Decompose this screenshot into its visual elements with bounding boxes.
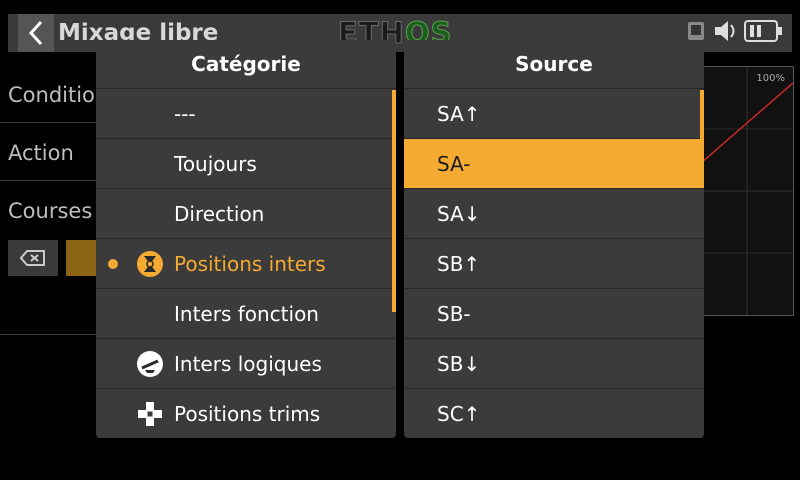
battery-icon — [744, 20, 782, 42]
source-item-sa-down[interactable]: SA↓ — [404, 188, 704, 238]
category-panel: Catégorie --- Toujours Direction Positio… — [96, 40, 396, 438]
source-item-label: SB↓ — [437, 351, 481, 376]
trim-positions-icon — [136, 400, 164, 428]
category-item-label: Inters logiques — [174, 351, 322, 376]
category-item-toujours[interactable]: Toujours — [96, 138, 396, 188]
source-item-label: SA↓ — [437, 201, 481, 226]
category-panel-title: Catégorie — [191, 52, 301, 76]
selected-indicator-dot — [108, 259, 118, 269]
source-item-sb-mid[interactable]: SB- — [404, 288, 704, 338]
category-item-positions-trims[interactable]: Positions trims — [96, 388, 396, 438]
curve-graph: 100% — [700, 66, 794, 316]
clear-icon — [19, 250, 45, 266]
graph-max-label: 100% — [756, 73, 785, 84]
category-item-direction[interactable]: Direction — [96, 188, 396, 238]
category-item-label: Positions inters — [174, 251, 326, 276]
source-item-sa-up[interactable]: SA↑ — [404, 88, 704, 138]
category-item-label: Toujours — [174, 151, 257, 176]
category-item-none[interactable]: --- — [96, 88, 396, 138]
source-panel: Source SA↑ SA- SA↓ SB↑ SB- SB↓ SC↑ — [404, 40, 704, 438]
source-item-label: SA- — [437, 151, 471, 176]
logic-switch-icon — [136, 350, 164, 378]
category-item-label: --- — [174, 101, 196, 126]
source-panel-title: Source — [515, 52, 593, 76]
courses-label: Courses — [8, 199, 93, 223]
source-item-label: SC↑ — [437, 401, 481, 426]
chevron-left-icon — [28, 20, 43, 46]
category-item-inters-logiques[interactable]: Inters logiques — [96, 338, 396, 388]
course-value-bar[interactable] — [66, 240, 98, 276]
action-label: Action — [8, 141, 74, 165]
sd-card-icon — [688, 22, 704, 40]
category-item-label: Positions trims — [174, 401, 321, 426]
category-item-positions-inters[interactable]: Positions inters — [96, 238, 396, 288]
source-item-sc-up[interactable]: SC↑ — [404, 388, 704, 438]
back-button[interactable] — [18, 14, 54, 52]
divider — [0, 334, 100, 335]
divider — [0, 122, 100, 123]
source-item-sa-mid[interactable]: SA- — [404, 138, 704, 188]
category-item-label: Inters fonction — [174, 301, 319, 326]
conditions-label: Conditio — [8, 83, 95, 107]
category-item-label: Direction — [174, 201, 265, 226]
source-item-label: SA↑ — [437, 101, 481, 126]
source-item-label: SB- — [437, 301, 471, 326]
curve-line — [701, 67, 793, 315]
source-scrollbar[interactable] — [700, 90, 704, 140]
source-item-sb-up[interactable]: SB↑ — [404, 238, 704, 288]
course-toggle-button[interactable] — [8, 240, 58, 276]
divider — [0, 180, 100, 181]
source-item-sb-down[interactable]: SB↓ — [404, 338, 704, 388]
category-item-inters-fonction[interactable]: Inters fonction — [96, 288, 396, 338]
switch-positions-icon — [136, 250, 164, 278]
source-item-label: SB↑ — [437, 251, 481, 276]
speaker-icon[interactable] — [712, 18, 738, 44]
category-scrollbar[interactable] — [392, 90, 396, 312]
